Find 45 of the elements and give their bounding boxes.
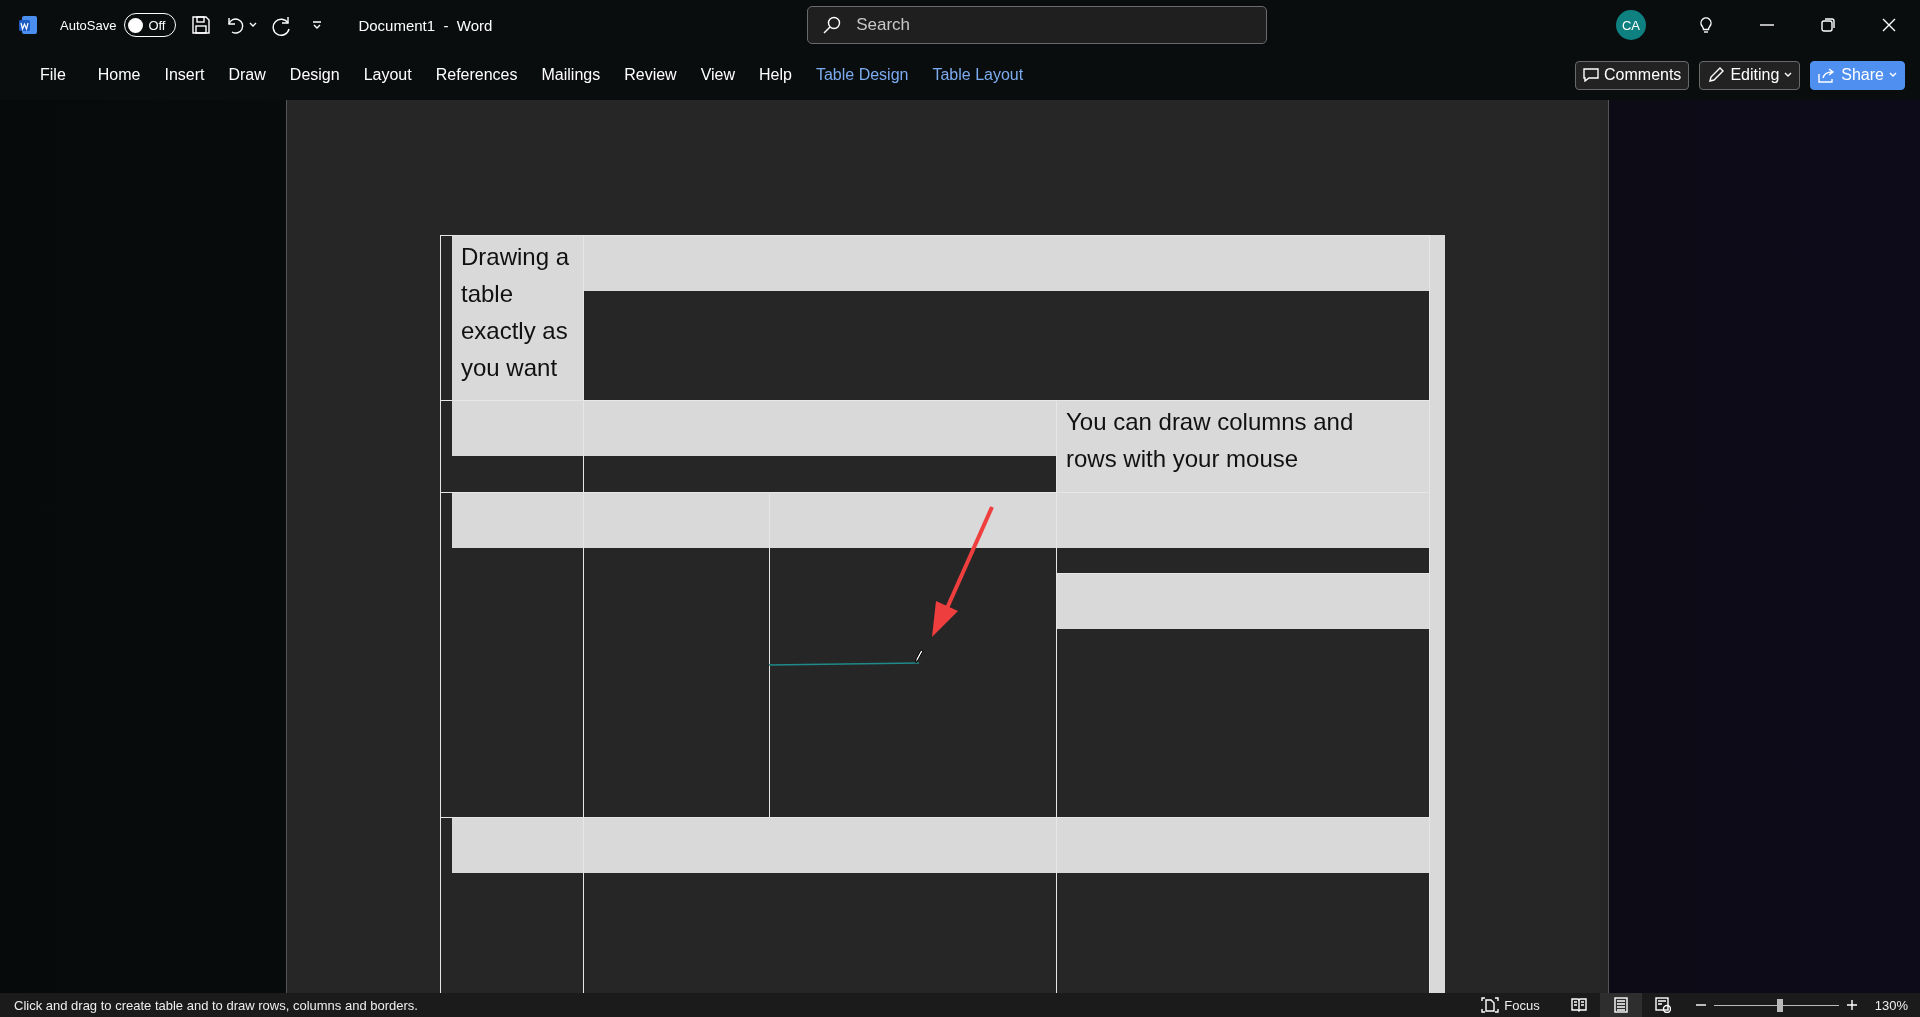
account-avatar[interactable]: CA bbox=[1616, 10, 1646, 40]
ribbon-tab[interactable]: File bbox=[28, 60, 78, 90]
close-icon[interactable] bbox=[1882, 18, 1897, 32]
pencil-cursor-icon bbox=[914, 648, 924, 664]
ribbon-tab[interactable]: References bbox=[423, 60, 530, 90]
caret-icon[interactable] bbox=[249, 22, 258, 28]
status-message: Click and drag to create table and to draw rows, columns and borders. bbox=[14, 997, 418, 1013]
search-field[interactable]: Search bbox=[807, 6, 1268, 44]
lightbulb-icon[interactable] bbox=[1699, 16, 1714, 34]
ribbon-tab[interactable]: Draw bbox=[216, 60, 278, 90]
ribbon-tab[interactable]: Help bbox=[747, 60, 804, 90]
minimize-icon[interactable] bbox=[1760, 24, 1775, 26]
read-mode-icon bbox=[1570, 997, 1587, 1013]
focus-icon bbox=[1481, 997, 1500, 1013]
save-icon[interactable] bbox=[190, 14, 213, 36]
search-icon bbox=[823, 16, 842, 34]
zoom-level[interactable]: 130% bbox=[1874, 997, 1908, 1013]
caret-icon bbox=[1784, 72, 1793, 78]
document-title: Document1 - Word bbox=[358, 16, 493, 34]
web-layout-icon bbox=[1654, 997, 1671, 1013]
comments-button[interactable]: Comments bbox=[1575, 60, 1690, 90]
ribbon-tab[interactable]: View bbox=[688, 60, 748, 90]
customize-toolbar-icon[interactable] bbox=[312, 20, 323, 30]
caret-icon bbox=[1889, 72, 1897, 78]
ribbon-tab[interactable]: Table Layout bbox=[920, 60, 1036, 90]
zoom-in-icon[interactable] bbox=[1846, 1000, 1857, 1010]
cell-text: Drawing a table exactly as you want bbox=[460, 242, 571, 383]
ribbon-tab[interactable]: Home bbox=[85, 60, 153, 90]
slider-thumb[interactable] bbox=[1777, 998, 1783, 1012]
ribbon-tab[interactable]: Design bbox=[277, 60, 352, 90]
view-button[interactable] bbox=[1599, 993, 1642, 1017]
word-logo-icon bbox=[18, 15, 38, 35]
autosave-label: AutoSave bbox=[60, 17, 117, 33]
restore-icon[interactable] bbox=[1821, 18, 1836, 32]
cell-text: You can draw columns and rows with your mouse bbox=[1065, 407, 1355, 474]
ribbon-tab[interactable]: Table Design bbox=[803, 60, 921, 90]
ribbon-tab[interactable]: Review bbox=[612, 60, 689, 90]
editing-button[interactable]: Editing bbox=[1699, 60, 1801, 90]
pencil-icon bbox=[1707, 66, 1726, 84]
focus-button[interactable]: Focus bbox=[1471, 993, 1550, 1017]
ribbon-tab[interactable]: Mailings bbox=[529, 60, 613, 90]
print-layout-icon bbox=[1612, 997, 1629, 1013]
speech-bubble-icon bbox=[1583, 68, 1599, 82]
ribbon-tab[interactable]: Layout bbox=[351, 60, 424, 90]
ribbon-tab[interactable]: Insert bbox=[152, 60, 217, 90]
